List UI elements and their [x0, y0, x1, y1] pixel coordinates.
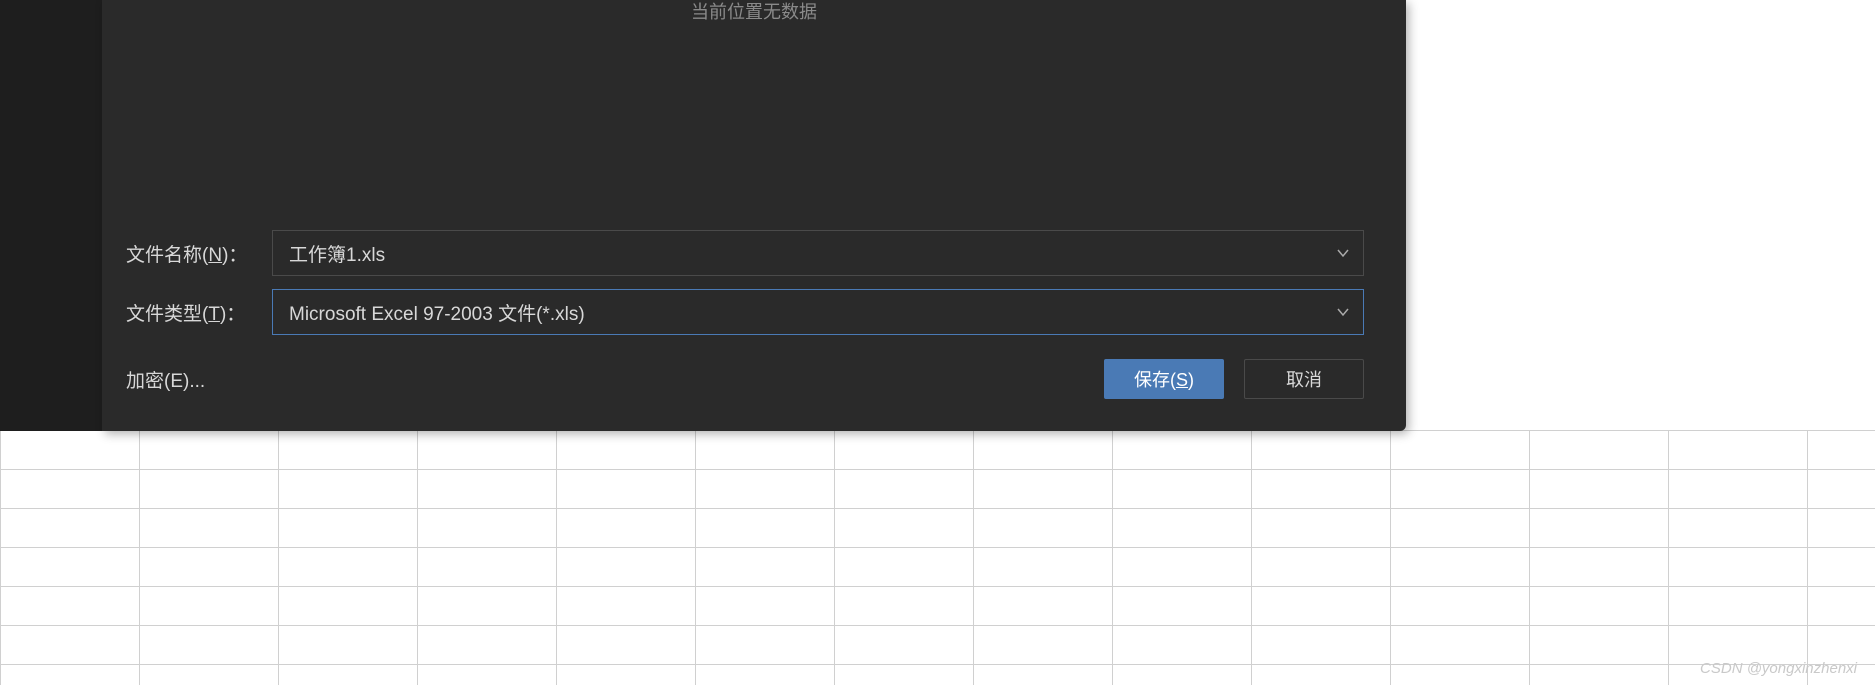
- filename-input-wrap: [272, 230, 1364, 276]
- dialog-left-strip: [0, 0, 102, 431]
- save-button[interactable]: 保存(S): [1104, 359, 1224, 399]
- filetype-label-key: T: [208, 304, 220, 325]
- filetype-label: 文件类型(T)：: [126, 299, 272, 326]
- filetype-row: 文件类型(T)： Microsoft Excel 97-2003 文件(*.xl…: [126, 289, 1364, 335]
- dialog-bottom-row: 加密(E)... 保存(S) 取消: [126, 359, 1364, 399]
- save-label-key: S: [1176, 370, 1188, 390]
- filetype-select-wrap: Microsoft Excel 97-2003 文件(*.xls): [272, 289, 1364, 335]
- filename-label-key: N: [208, 245, 222, 266]
- save-label-pre: 保存(: [1134, 370, 1176, 390]
- encrypt-link[interactable]: 加密(E)...: [126, 366, 205, 393]
- filename-row: 文件名称(N)：: [126, 230, 1364, 276]
- filetype-select[interactable]: Microsoft Excel 97-2003 文件(*.xls): [272, 289, 1364, 335]
- filetype-label-pre: 文件类型(: [126, 304, 208, 325]
- cancel-button[interactable]: 取消: [1244, 359, 1364, 399]
- filename-label: 文件名称(N)：: [126, 240, 272, 267]
- empty-location-message: 当前位置无数据: [102, 0, 1406, 24]
- form-area: 文件名称(N)： 文件类型(T)： Microsoft Excel 97-200…: [102, 230, 1406, 431]
- watermark-text: CSDN @yongxinzhenxi: [1700, 660, 1857, 677]
- save-label-post: ): [1188, 370, 1194, 390]
- filetype-value: Microsoft Excel 97-2003 文件(*.xls): [289, 299, 585, 326]
- save-as-dialog: 当前位置无数据 文件名称(N)： 文件类型(T)： Microsoft Exce…: [102, 0, 1406, 431]
- filetype-label-post: )：: [220, 304, 245, 325]
- filename-input[interactable]: [272, 230, 1364, 276]
- filename-label-pre: 文件名称(: [126, 245, 208, 266]
- filename-label-post: )：: [222, 245, 247, 266]
